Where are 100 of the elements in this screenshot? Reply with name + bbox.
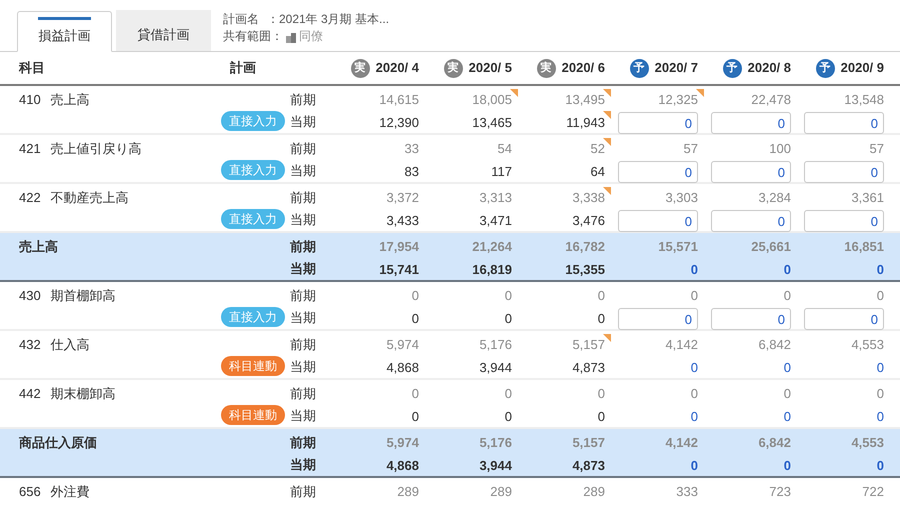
previous-value: 333 — [676, 483, 698, 502]
input-type-badge: 直接入力 — [221, 160, 285, 180]
previous-value: 57 — [684, 140, 698, 158]
amount-input[interactable]: 0 — [618, 308, 698, 330]
plan-name: ：2021年 3月期 基本... — [267, 11, 390, 28]
period-label: 前期 — [290, 483, 317, 501]
tab[interactable]: 貸借計画 — [116, 10, 211, 51]
month-type-badge: 実 — [350, 58, 370, 78]
current-value: 0 — [876, 359, 884, 378]
flag-marker-icon — [603, 138, 611, 146]
current-value: 0 — [784, 261, 791, 280]
previous-value: 16,851 — [844, 238, 884, 256]
current-value: 16,819 — [472, 261, 512, 280]
previous-value: 5,974 — [386, 434, 419, 452]
current-value: 0 — [876, 408, 884, 426]
previous-value: 722 — [862, 483, 884, 502]
amount-input[interactable]: 0 — [804, 210, 884, 232]
current-value: 0 — [690, 261, 698, 280]
previous-value: 3,338 — [572, 189, 605, 208]
amount-input[interactable]: 0 — [711, 161, 791, 183]
current-value: 0 — [876, 457, 884, 476]
current-value: 0 — [412, 408, 419, 426]
period-label: 前期 — [290, 336, 317, 354]
amount-input[interactable]: 0 — [804, 112, 884, 134]
month-type-badge: 実 — [536, 58, 556, 78]
month-header: 2020/ 4 — [376, 59, 419, 78]
previous-value: 100 — [769, 140, 791, 158]
amount-input[interactable]: 0 — [711, 112, 791, 134]
previous-value: 5,157 — [572, 434, 605, 452]
current-value: 11,943 — [566, 114, 605, 132]
account-name: 期首棚卸高 — [50, 287, 116, 306]
previous-value: 0 — [598, 287, 605, 306]
current-value: 3,944 — [479, 457, 512, 476]
current-value: 0 — [598, 310, 605, 328]
previous-value: 13,495 — [565, 91, 605, 110]
month-header: 2020/ 9 — [840, 59, 884, 78]
amount-input[interactable]: 0 — [618, 210, 698, 232]
previous-value: 0 — [412, 385, 419, 404]
period-label: 前期 — [290, 238, 317, 256]
previous-value: 0 — [876, 385, 884, 404]
tab[interactable]: 損益計画 — [17, 11, 112, 52]
previous-value: 0 — [784, 385, 791, 404]
previous-value: 5,157 — [572, 336, 605, 354]
month-header: 2020/ 8 — [748, 59, 791, 78]
current-value: 12,390 — [379, 114, 419, 132]
period-label: 当期 — [290, 456, 317, 474]
period-label: 当期 — [290, 358, 317, 376]
previous-value: 0 — [876, 287, 884, 306]
amount-input[interactable]: 0 — [804, 308, 884, 330]
amount-input[interactable]: 0 — [804, 161, 884, 183]
account-name: 売上高 — [50, 91, 90, 110]
month-header: 2020/ 5 — [468, 59, 512, 78]
previous-value: 4,142 — [665, 434, 698, 452]
amount-input[interactable]: 0 — [618, 112, 698, 134]
previous-value: 289 — [397, 483, 419, 502]
current-value: 0 — [598, 408, 605, 426]
previous-value: 289 — [490, 483, 512, 502]
previous-value: 25,661 — [751, 238, 791, 256]
current-value: 4,868 — [386, 359, 419, 378]
account-name: 売上高 — [19, 238, 58, 256]
month-type-badge: 予 — [816, 58, 835, 78]
previous-value: 52 — [590, 140, 605, 158]
previous-value: 5,176 — [479, 336, 512, 354]
previous-value: 0 — [504, 287, 512, 306]
period-label: 前期 — [290, 91, 317, 109]
current-value: 83 — [404, 163, 419, 182]
previous-value: 289 — [583, 483, 605, 502]
account-code: 442 — [19, 385, 41, 404]
period-label: 前期 — [290, 434, 317, 452]
amount-input[interactable]: 0 — [618, 161, 698, 183]
current-value: 3,944 — [479, 359, 512, 378]
current-value: 3,433 — [386, 212, 419, 230]
period-label: 前期 — [290, 287, 317, 305]
flag-marker-icon — [603, 111, 611, 119]
current-value: 0 — [412, 310, 419, 328]
account-name: 期末棚卸高 — [50, 385, 116, 404]
amount-input[interactable]: 0 — [711, 308, 791, 330]
previous-value: 3,372 — [386, 189, 419, 208]
amount-input[interactable]: 0 — [711, 210, 791, 232]
previous-value: 4,553 — [851, 336, 884, 354]
previous-value: 0 — [690, 385, 698, 404]
current-value: 0 — [690, 457, 698, 476]
account-code: 422 — [19, 189, 41, 208]
period-label: 前期 — [290, 140, 317, 158]
period-label: 当期 — [290, 260, 317, 278]
current-value: 4,873 — [572, 457, 605, 476]
previous-value: 0 — [412, 287, 419, 306]
month-header: 2020/ 6 — [562, 59, 605, 78]
previous-value: 3,313 — [479, 189, 512, 208]
account-name: 外注費 — [50, 483, 90, 502]
previous-value: 12,325 — [658, 91, 698, 110]
previous-value: 6,842 — [758, 336, 791, 354]
previous-value: 21,264 — [472, 238, 512, 256]
previous-value: 4,142 — [665, 336, 698, 354]
current-value: 15,741 — [379, 261, 419, 280]
flag-marker-icon — [603, 187, 611, 195]
previous-value: 33 — [404, 140, 419, 158]
previous-value: 22,478 — [751, 91, 791, 110]
previous-value: 0 — [598, 385, 605, 404]
period-label: 前期 — [290, 189, 317, 207]
